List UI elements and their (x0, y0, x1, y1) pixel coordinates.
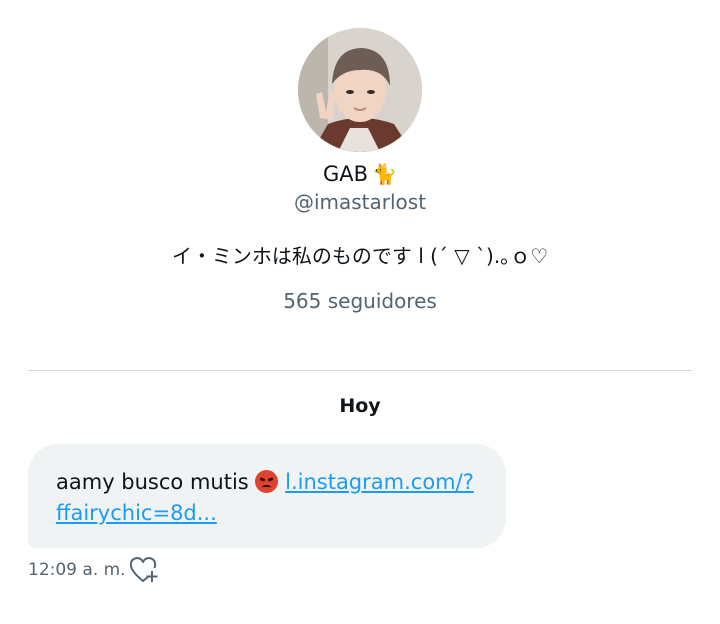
message-bubble[interactable]: aamy busco mutis l.instagram.com/? ffairy… (28, 444, 506, 548)
heart-plus-icon (129, 557, 158, 582)
profile-bio: イ・ミンホは私のものです l (´ ▽ `).｡ｏ♡ (171, 244, 549, 268)
message-link-line2: ffairychic=8d... (56, 501, 217, 525)
cat-icon: 🐈 (372, 162, 397, 186)
section-divider (28, 370, 692, 371)
add-reaction-button[interactable] (129, 556, 159, 584)
message-text: aamy busco mutis (56, 470, 249, 494)
followers-count[interactable]: 565 seguidores (0, 289, 720, 313)
profile-handle[interactable]: @imastarlost (0, 190, 720, 214)
message-link-line1: l.instagram.com/? (285, 470, 474, 494)
angry-face-icon (255, 470, 279, 493)
profile-display-name: GAB 🐈 (0, 162, 720, 186)
avatar-photo (298, 28, 422, 152)
date-separator: Hoy (339, 395, 381, 417)
display-name-text: GAB (323, 162, 369, 186)
message-timestamp: 12:09 a. m. (28, 560, 126, 580)
avatar[interactable] (298, 28, 422, 152)
